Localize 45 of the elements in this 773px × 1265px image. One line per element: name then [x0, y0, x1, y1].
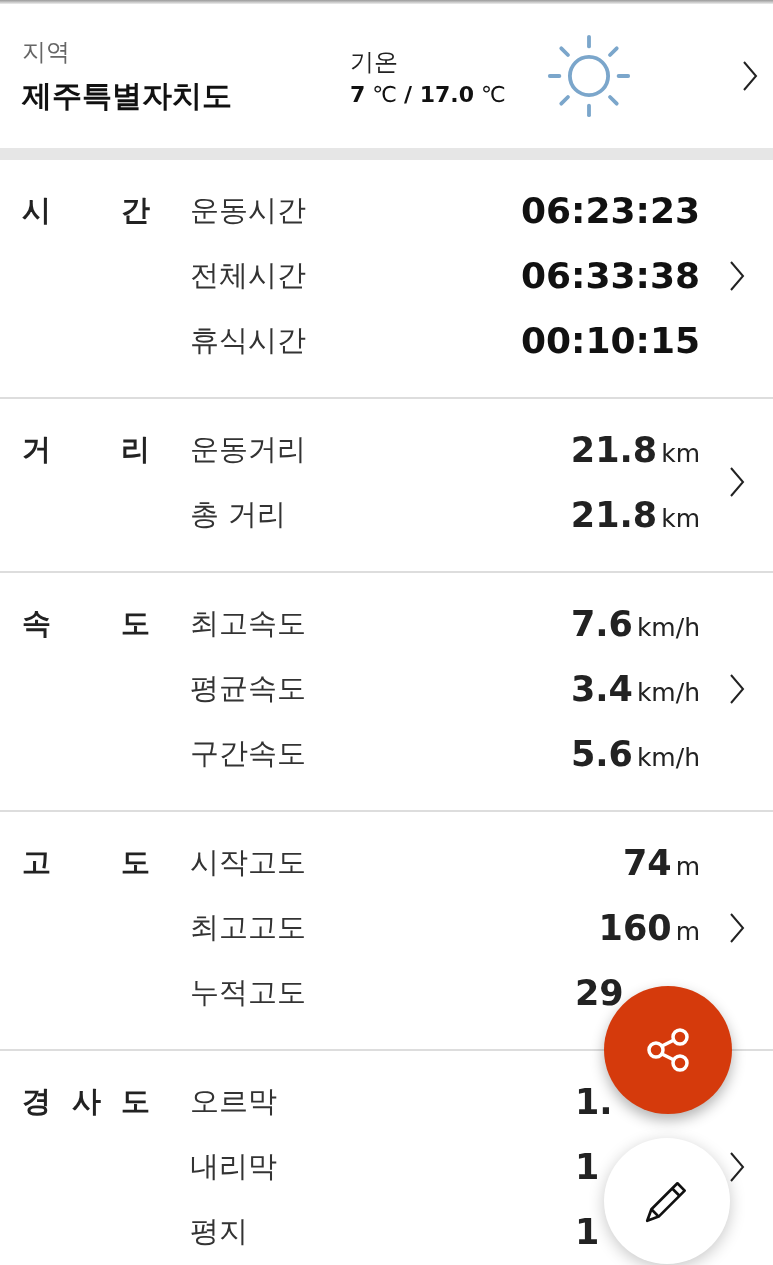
edit-button[interactable] — [604, 1138, 730, 1264]
stat-label: 전체시간 — [190, 256, 306, 294]
stat-label: 운동시간 — [190, 191, 306, 229]
stat-value: 3.4 km/h — [570, 668, 700, 709]
stat-value: 5.6 km/h — [570, 733, 700, 774]
location-weather-card[interactable]: 지역 제주특별자치도 기온 7 ℃ / 17.0 ℃ — [0, 4, 773, 148]
stat-value: 29 — [575, 972, 625, 1013]
stat-label: 내리막 — [190, 1147, 277, 1185]
chevron-right-icon — [728, 911, 745, 944]
stat-label: 최고고도 — [190, 908, 306, 946]
stat-label: 총 거리 — [190, 495, 287, 533]
stat-label: 평지 — [190, 1212, 248, 1250]
stat-value: 1. — [575, 1081, 614, 1122]
sun-icon — [546, 33, 632, 119]
stat-label: 누적고도 — [190, 973, 306, 1011]
stat-label: 오르막 — [190, 1082, 277, 1120]
stats-section[interactable]: 속도 최고속도 7.6 km/h 평균속도 3.4 km/h 구간속도 5.6 km/h — [0, 573, 773, 812]
stat-label: 휴식시간 — [190, 321, 306, 359]
region-label: 지역 — [22, 36, 71, 68]
stat-label: 평균속도 — [190, 669, 306, 707]
temperature-value: 7 ℃ / 17.0 ℃ — [350, 81, 507, 107]
temperature-label: 기온 — [350, 46, 399, 78]
chevron-right-icon — [728, 259, 745, 292]
chevron-right-icon — [728, 466, 745, 498]
stat-value: 1 — [575, 1211, 601, 1252]
stat-value: 06:33:38 — [520, 255, 700, 296]
stat-value: 74 m — [622, 842, 700, 883]
stat-label: 최고속도 — [190, 604, 306, 642]
chevron-right-icon — [728, 672, 745, 705]
stat-value: 1 — [575, 1146, 601, 1187]
stat-value: 00:10:15 — [520, 320, 700, 361]
stats-section[interactable]: 시간 운동시간 06:23:23 전체시간 06:33:38 휴식시간 00:10:15 — [0, 160, 773, 399]
stat-label: 구간속도 — [190, 734, 306, 772]
stat-value: 21.8 km — [570, 429, 700, 470]
stat-value: 06:23:23 — [520, 190, 700, 231]
stat-label: 운동거리 — [190, 430, 306, 468]
stat-value: 7.6 km/h — [570, 603, 700, 644]
stat-label: 시작고도 — [190, 843, 306, 881]
chevron-right-icon — [728, 1150, 745, 1183]
stat-value: 160 m — [598, 907, 700, 948]
category-label: 경사도 — [22, 1083, 171, 1120]
stat-value: 21.8 km — [570, 494, 700, 535]
stats-section[interactable]: 거리 운동거리 21.8 km 총 거리 21.8 km — [0, 399, 773, 573]
region-name: 제주특별자치도 — [22, 76, 233, 115]
chevron-right-icon — [742, 60, 758, 92]
